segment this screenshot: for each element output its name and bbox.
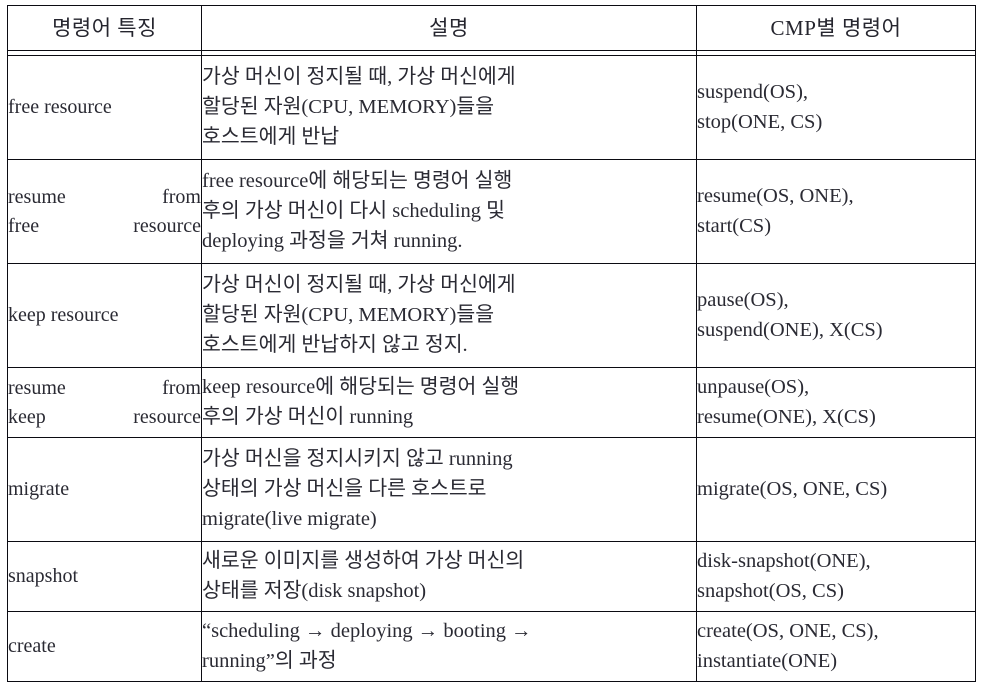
table-row: keep resource 가상 머신이 정지될 때, 가상 머신에게 할당된 …: [7, 263, 976, 369]
cmp-commands-text: disk-snapshot(ONE), snapshot(OS, CS): [697, 549, 871, 602]
column-header-feature: 명령어 특징: [7, 5, 202, 51]
cmp-commands-text: resume(OS, ONE), start(CS): [697, 184, 854, 237]
cell-description: 가상 머신이 정지될 때, 가상 머신에게 할당된 자원(CPU, MEMORY…: [201, 54, 697, 161]
table-row: resume from keep resource keep resource에…: [7, 367, 976, 439]
cell-cmp-commands: pause(OS), suspend(ONE), X(CS): [696, 263, 976, 369]
cmp-commands-text: create(OS, ONE, CS), instantiate(ONE): [697, 619, 879, 672]
description-text: 가상 머신이 정지될 때, 가상 머신에게 할당된 자원(CPU, MEMORY…: [202, 273, 516, 356]
feature-text: create: [8, 635, 56, 658]
cell-description: 가상 머신이 정지될 때, 가상 머신에게 할당된 자원(CPU, MEMORY…: [201, 263, 697, 369]
column-header-description-label: 설명: [429, 15, 469, 40]
cell-feature: resume from keep resource: [7, 367, 202, 439]
cell-cmp-commands: resume(OS, ONE), start(CS): [696, 159, 976, 265]
table-row: free resource 가상 머신이 정지될 때, 가상 머신에게 할당된 …: [7, 54, 976, 161]
description-text: 가상 머신을 정지시키지 않고 running 상태의 가상 머신을 다른 호스…: [202, 447, 513, 530]
cell-feature: free resource: [7, 54, 202, 161]
command-comparison-table: 명령어 특징 설명 CMP별 명령어 free resource 가상 머신이 …: [7, 5, 976, 682]
table-row: migrate 가상 머신을 정지시키지 않고 running 상태의 가상 머…: [7, 437, 976, 543]
description-text: 가상 머신이 정지될 때, 가상 머신에게 할당된 자원(CPU, MEMORY…: [202, 65, 516, 148]
cell-description: 가상 머신을 정지시키지 않고 running 상태의 가상 머신을 다른 호스…: [201, 437, 697, 543]
page-root: 명령어 특징 설명 CMP별 명령어 free resource 가상 머신이 …: [0, 0, 986, 691]
feature-text: snapshot: [8, 565, 78, 588]
cell-description: free resource에 해당되는 명령어 실행 후의 가상 머신이 다시 …: [201, 159, 697, 265]
column-header-cmp-label: CMP별 명령어: [770, 15, 902, 40]
cell-feature: resume from free resource: [7, 159, 202, 265]
table-row: snapshot 새로운 이미지를 생성하여 가상 머신의 상태를 저장(dis…: [7, 541, 976, 613]
cell-description: 새로운 이미지를 생성하여 가상 머신의 상태를 저장(disk snapsho…: [201, 541, 697, 613]
feature-text: free resource: [8, 96, 112, 119]
column-header-cmp: CMP별 명령어: [696, 5, 976, 51]
table-header-row: 명령어 특징 설명 CMP별 명령어: [7, 5, 976, 51]
cell-feature: migrate: [7, 437, 202, 543]
cell-description: “scheduling → deploying → booting → runn…: [201, 611, 697, 682]
column-header-description: 설명: [201, 5, 697, 51]
description-text: 새로운 이미지를 생성하여 가상 머신의 상태를 저장(disk snapsho…: [202, 549, 525, 602]
cell-description: keep resource에 해당되는 명령어 실행 후의 가상 머신이 run…: [201, 367, 697, 439]
feature-text: resume from keep resource: [8, 376, 201, 428]
cell-feature: keep resource: [7, 263, 202, 369]
table-row: create “scheduling → deploying → booting…: [7, 611, 976, 682]
cell-feature: snapshot: [7, 541, 202, 613]
column-header-feature-label: 명령어 특징: [52, 15, 157, 40]
cmp-commands-text: pause(OS), suspend(ONE), X(CS): [697, 288, 883, 341]
feature-text: resume from free resource: [8, 185, 201, 237]
cell-cmp-commands: suspend(OS), stop(ONE, CS): [696, 54, 976, 161]
table-row: resume from free resource free resource에…: [7, 159, 976, 265]
cell-cmp-commands: migrate(OS, ONE, CS): [696, 437, 976, 543]
feature-text: migrate: [8, 478, 70, 501]
feature-text: keep resource: [8, 304, 119, 327]
cmp-commands-text: unpause(OS), resume(ONE), X(CS): [697, 375, 876, 428]
cell-feature: create: [7, 611, 202, 682]
cmp-commands-text: migrate(OS, ONE, CS): [697, 477, 888, 500]
cell-cmp-commands: disk-snapshot(ONE), snapshot(OS, CS): [696, 541, 976, 613]
cell-cmp-commands: unpause(OS), resume(ONE), X(CS): [696, 367, 976, 439]
cmp-commands-text: suspend(OS), stop(ONE, CS): [697, 80, 823, 133]
description-text: keep resource에 해당되는 명령어 실행 후의 가상 머신이 run…: [202, 375, 520, 428]
table-body: free resource 가상 머신이 정지될 때, 가상 머신에게 할당된 …: [7, 54, 976, 682]
description-text: free resource에 해당되는 명령어 실행 후의 가상 머신이 다시 …: [202, 169, 513, 252]
description-text: “scheduling → deploying → booting → runn…: [202, 619, 532, 672]
cell-cmp-commands: create(OS, ONE, CS), instantiate(ONE): [696, 611, 976, 682]
table-header: 명령어 특징 설명 CMP별 명령어: [7, 5, 976, 56]
command-table-container: 명령어 특징 설명 CMP별 명령어 free resource 가상 머신이 …: [7, 5, 976, 682]
